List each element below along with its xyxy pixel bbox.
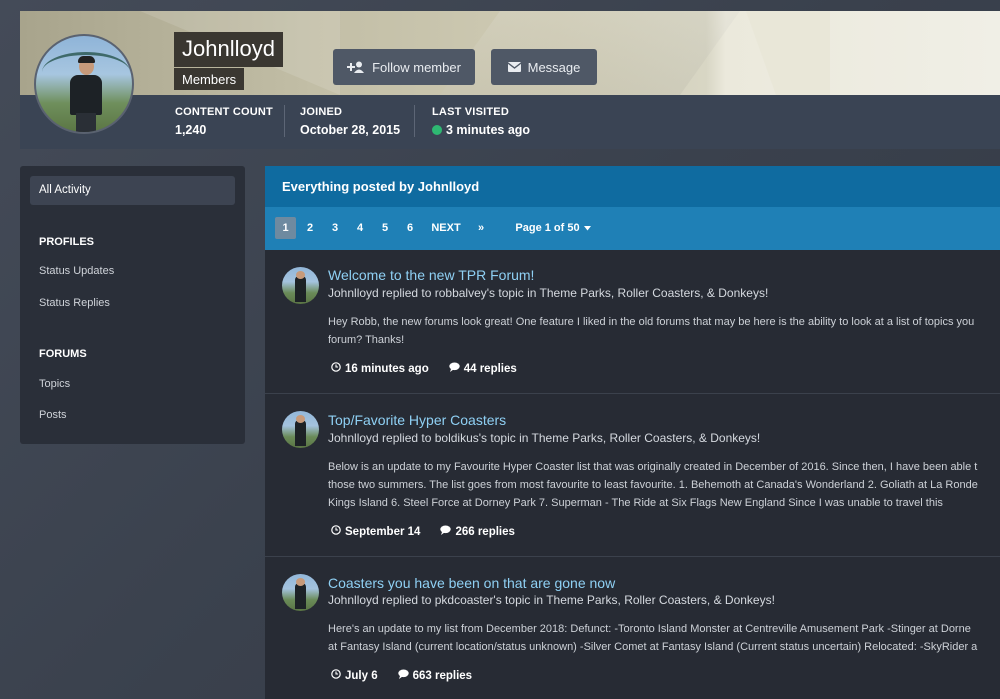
topic-title-link[interactable]: Welcome to the new TPR Forum!	[328, 267, 534, 283]
stat-divider	[284, 105, 285, 137]
page-link-3[interactable]: 3	[326, 217, 344, 239]
next-page-link[interactable]: NEXT	[428, 217, 464, 239]
item-subtitle: Johnlloyd replied to robbalvey's topic i…	[328, 286, 769, 300]
last-page-link[interactable]: »	[472, 217, 490, 239]
profile-name: Johnlloyd	[174, 32, 283, 67]
message-label: Message	[527, 59, 581, 75]
stat-divider	[414, 105, 415, 137]
page-link-5[interactable]: 5	[376, 217, 394, 239]
item-meta: 16 minutes ago 44 replies	[331, 362, 517, 375]
item-meta: July 6 663 replies	[331, 669, 472, 682]
page-jump-label: Page 1 of 50	[515, 222, 580, 234]
stat-value: October 28, 2015	[300, 123, 401, 137]
comment-icon	[440, 525, 452, 538]
sidebar-heading-forums: FORUMS	[39, 348, 87, 360]
activity-feed: Welcome to the new TPR Forum! Johnlloyd …	[265, 250, 1000, 699]
list-item: Welcome to the new TPR Forum! Johnlloyd …	[265, 250, 1000, 394]
sidebar-item-posts[interactable]: Posts	[39, 409, 67, 421]
stat-label: JOINED	[300, 106, 343, 118]
sidebar-item-all-activity[interactable]: All Activity	[30, 176, 235, 205]
stat-label: CONTENT COUNT	[175, 106, 273, 118]
item-replies[interactable]: 266 replies	[440, 525, 515, 538]
item-time[interactable]: 16 minutes ago	[331, 362, 429, 375]
message-button[interactable]: Message	[491, 49, 597, 85]
item-replies[interactable]: 663 replies	[397, 669, 472, 682]
list-item: Top/Favorite Hyper Coasters Johnlloyd re…	[265, 394, 1000, 557]
comment-icon	[397, 669, 409, 682]
sidebar-item-status-updates[interactable]: Status Updates	[39, 265, 114, 277]
item-replies[interactable]: 44 replies	[449, 362, 517, 375]
page-link-6[interactable]: 6	[401, 217, 419, 239]
clock-icon	[331, 669, 341, 682]
item-excerpt: Here's an update to my list from Decembe…	[328, 623, 978, 653]
stat-last-visited: LAST VISITED 3 minutes ago	[432, 106, 530, 137]
clock-icon	[331, 362, 341, 375]
item-meta: September 14 266 replies	[331, 525, 515, 538]
stat-value: 3 minutes ago	[432, 123, 530, 137]
pagination: 1 2 3 4 5 6 NEXT » Page 1 of 50	[265, 207, 1000, 250]
page-link-1[interactable]: 1	[275, 217, 296, 239]
sidebar-heading-profiles: PROFILES	[39, 236, 95, 248]
stat-label: LAST VISITED	[432, 106, 509, 118]
list-item: Coasters you have been on that are gone …	[265, 557, 1000, 699]
avatar[interactable]	[282, 574, 319, 611]
activity-sidebar: All Activity PROFILES Status Updates Sta…	[20, 166, 245, 444]
item-excerpt: Below is an update to my Favourite Hyper…	[328, 461, 978, 509]
stat-joined: JOINED October 28, 2015	[300, 106, 400, 137]
comment-icon	[449, 362, 460, 375]
stat-value: 1,240	[175, 123, 207, 137]
topic-title-link[interactable]: Top/Favorite Hyper Coasters	[328, 412, 506, 428]
page-link-2[interactable]: 2	[301, 217, 319, 239]
follow-member-label: Follow member	[372, 59, 461, 75]
item-subtitle: Johnlloyd replied to boldikus's topic in…	[328, 431, 761, 445]
item-subtitle: Johnlloyd replied to pkdcoaster's topic …	[328, 593, 775, 607]
online-status-icon	[432, 125, 442, 135]
profile-avatar[interactable]	[34, 34, 134, 134]
user-plus-icon	[347, 61, 365, 73]
item-time[interactable]: July 6	[331, 669, 378, 682]
topic-title-link[interactable]: Coasters you have been on that are gone …	[328, 575, 615, 591]
item-excerpt: Hey Robb, the new forums look great! One…	[328, 316, 975, 346]
avatar[interactable]	[282, 411, 319, 448]
sidebar-item-status-replies[interactable]: Status Replies	[39, 297, 110, 309]
profile-group: Members	[174, 68, 245, 90]
page-link-4[interactable]: 4	[351, 217, 369, 239]
envelope-icon	[507, 62, 521, 72]
stat-content-count: CONTENT COUNT 1,240	[175, 106, 273, 137]
avatar[interactable]	[282, 267, 319, 304]
caret-down-icon	[583, 222, 591, 234]
page-title: Everything posted by Johnlloyd	[265, 166, 1000, 207]
page-jump-dropdown[interactable]: Page 1 of 50	[513, 217, 593, 239]
sidebar-item-topics[interactable]: Topics	[39, 378, 70, 390]
clock-icon	[331, 525, 341, 538]
item-time[interactable]: September 14	[331, 525, 420, 538]
follow-member-button[interactable]: Follow member	[333, 49, 475, 85]
